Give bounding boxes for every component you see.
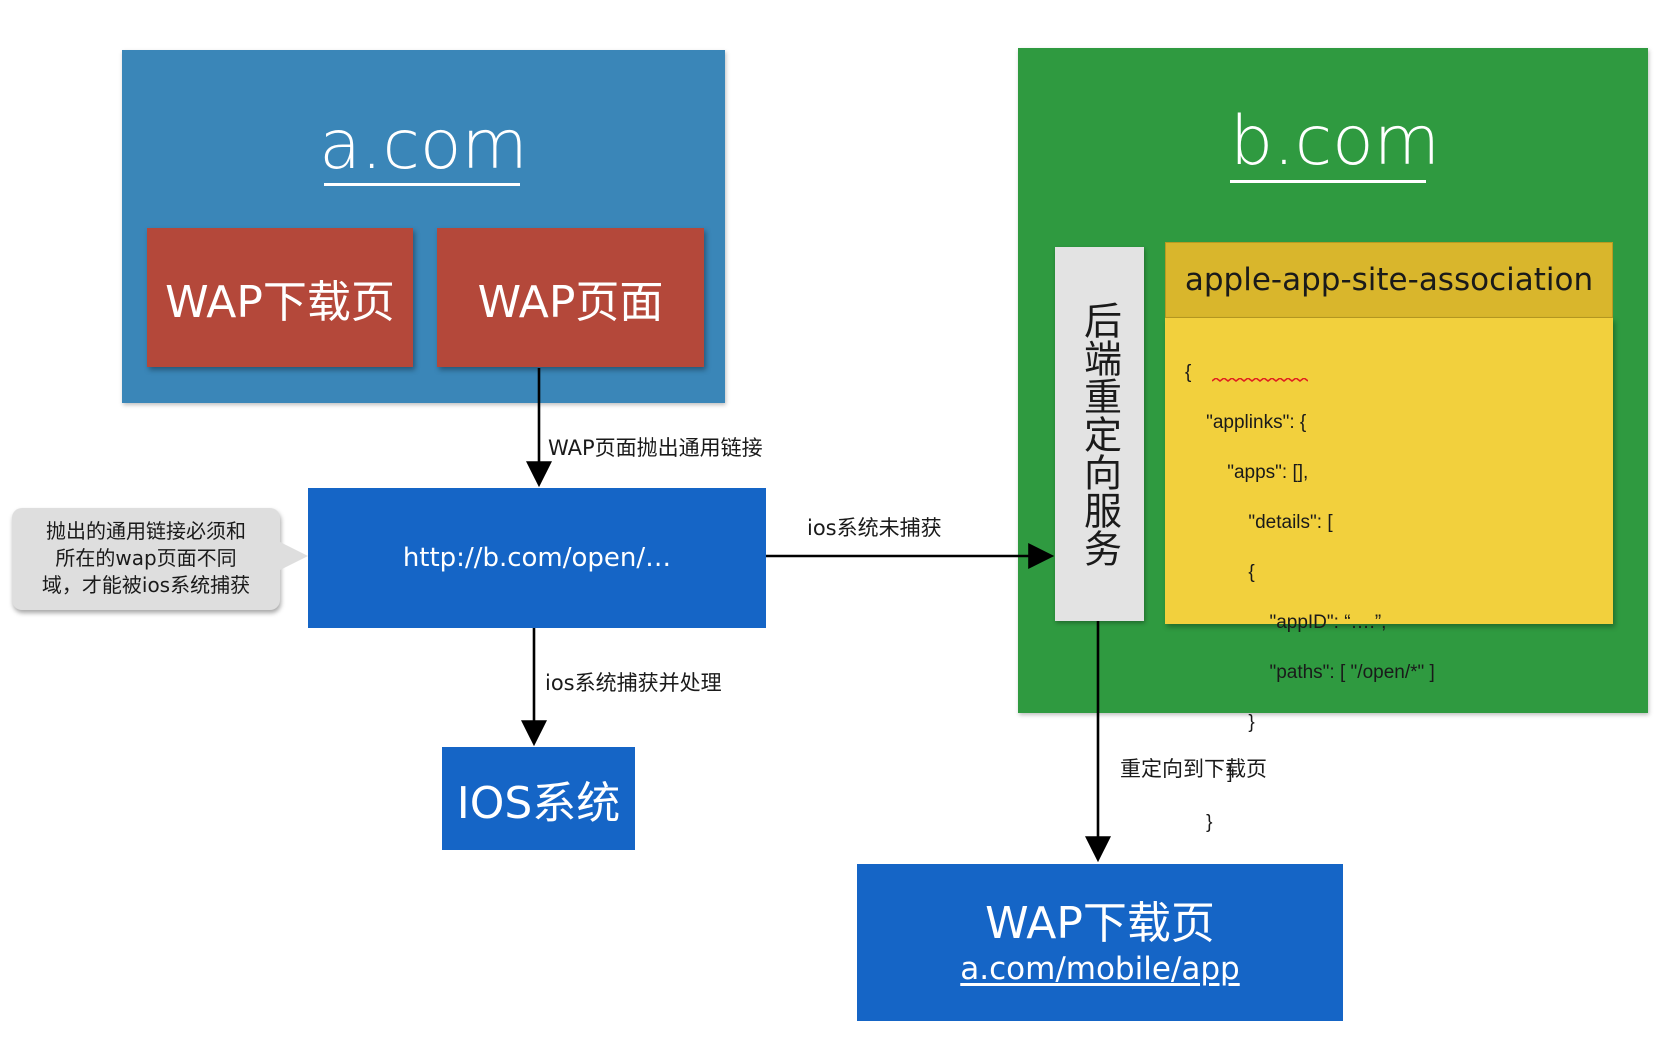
edge-label-ios-not-captured: ios系统未捕获 (807, 516, 942, 540)
edge-label-ios-captured: ios系统捕获并处理 (545, 671, 722, 695)
edge-label-wap-throw: WAP页面抛出通用链接 (548, 436, 763, 460)
edge-label-redirect: 重定向到下载页 (1120, 757, 1267, 781)
